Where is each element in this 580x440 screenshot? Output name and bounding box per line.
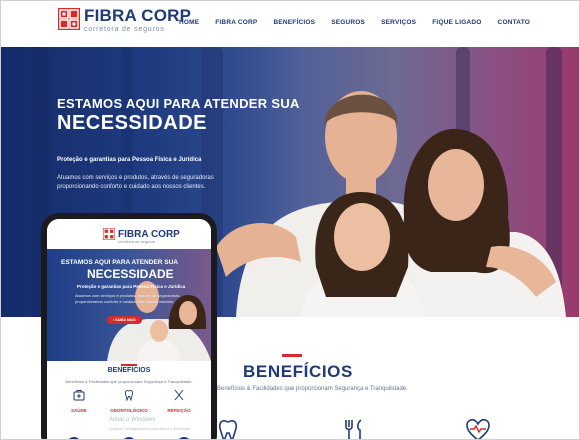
phone-header: FIBRA CORP corretora de seguros [47, 219, 211, 249]
site-header: FIBRA CORP corretora de seguros HOME FIB… [1, 1, 579, 47]
benefit-saude[interactable]: SAÚDE [55, 389, 103, 413]
nav-beneficios[interactable]: BENEFÍCIOS [273, 19, 315, 26]
cutlery-icon[interactable] [341, 417, 367, 440]
nav-servicos[interactable]: SERVIÇOS [381, 19, 416, 26]
nav-seguros[interactable]: SEGUROS [331, 19, 365, 26]
heart-pulse-icon[interactable] [465, 417, 491, 440]
benefit-label: REFEIÇÃO [167, 408, 191, 413]
phone-brand-tagline: corretora de seguros [118, 239, 155, 244]
cutlery-icon [174, 389, 184, 401]
hero-title-line1: ESTAMOS AQUI PARA ATENDER SUA [57, 96, 300, 111]
phone-mockup: FIBRA CORP corretora de seguros ESTAMOS … [41, 213, 217, 439]
benefit-label: SAÚDE [71, 408, 87, 413]
hero-title-line2: NECESSIDADE [57, 112, 207, 134]
phone-section-accent-line [121, 364, 137, 366]
nav-fique-ligado[interactable]: FIQUE LIGADO [432, 19, 481, 26]
benefit-refeicao[interactable]: REFEIÇÃO [155, 389, 203, 413]
section-accent-line [282, 354, 302, 357]
hero-description: Atuamos com serviços e produtos, através… [57, 175, 214, 190]
nav-contato[interactable]: CONTATO [498, 19, 530, 26]
phone-hero-title-line2: NECESSIDADE [87, 267, 174, 281]
benefit-odontologico[interactable]: ODONTOLÓGICO [105, 389, 153, 413]
phone-hero: ESTAMOS AQUI PARA ATENDER SUA NECESSIDAD… [47, 249, 211, 361]
phone-hero-tagline: Proteção e garantias para Pessoa Física … [77, 284, 186, 289]
benefits-icons [215, 417, 495, 440]
saiba-mais-button[interactable]: • SAIBA MAIS [107, 316, 142, 324]
phone-screen: FIBRA CORP corretora de seguros ESTAMOS … [47, 219, 211, 439]
phone-family-photo [107, 281, 211, 361]
phone-benefits-subtitle: Benefícios & Facilidades que proporciona… [65, 379, 193, 384]
phone-benefits-title: BENEFÍCIOS [107, 367, 151, 374]
windows-watermark-title: Ativar o Windows [109, 417, 156, 423]
building-grid-icon [103, 228, 115, 240]
benefits-subtitle: Benefícios & Facilidades que proporciona… [217, 386, 408, 392]
phone-hero-description: Atuamos com serviços e produtos, através… [75, 293, 180, 304]
phone-hero-title-line1: ESTAMOS AQUI PARA ATENDER SUA [61, 259, 179, 266]
benefit-label: ODONTOLÓGICO [110, 408, 148, 413]
nav-fibra-corp[interactable]: FIBRA CORP [215, 19, 257, 26]
main-nav: HOME FIBRA CORP BENEFÍCIOS SEGUROS SERVI… [163, 19, 530, 26]
tooth-icon[interactable] [215, 417, 241, 440]
brand-tagline: corretora de seguros [84, 26, 165, 33]
tooth-icon [124, 390, 134, 402]
nav-home[interactable]: HOME [179, 19, 199, 26]
benefits-title: BENEFÍCIOS [243, 362, 353, 381]
medical-bag-icon [73, 390, 85, 401]
windows-watermark-subtitle: Acesse Configurações para ativar o Windo… [109, 426, 191, 431]
building-grid-icon [58, 8, 80, 30]
phone-benefit-items: SAÚDE ODONTOLÓGICO REFEIÇÃO [55, 389, 203, 413]
phone-brand-name: FIBRA CORP [118, 228, 180, 240]
website-screenshot: FIBRA CORP corretora de seguros HOME FIB… [0, 0, 580, 440]
hero-tagline: Proteção e garantias para Pessoa Física … [57, 157, 202, 163]
phone-logo[interactable]: FIBRA CORP corretora de seguros [103, 228, 180, 244]
